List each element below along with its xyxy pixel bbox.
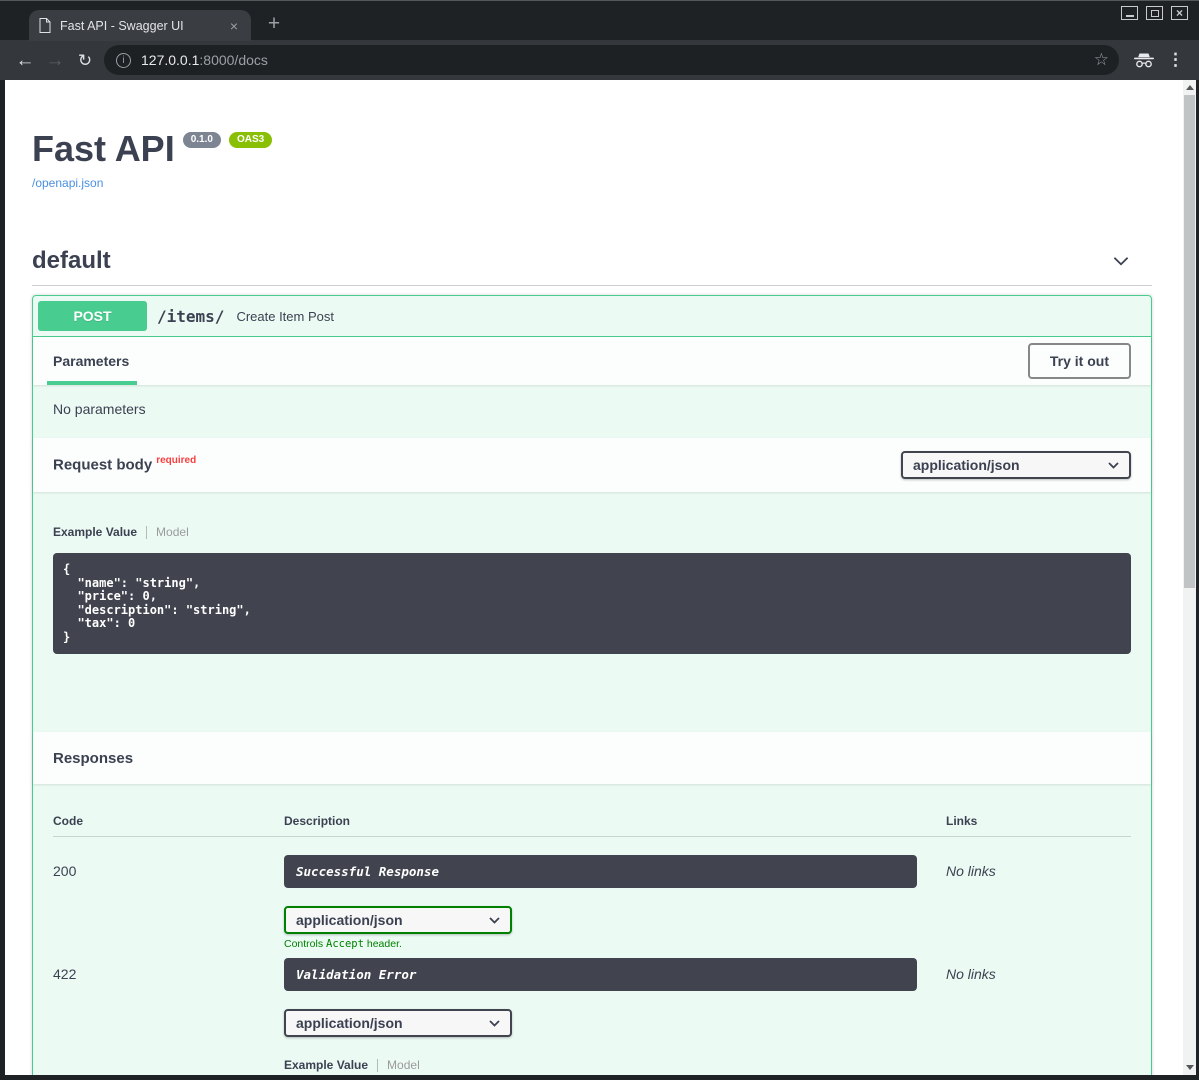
- scroll-up-arrow[interactable]: [1183, 80, 1196, 95]
- response-description-cell: Validation Error application/json Exampl…: [284, 958, 946, 1075]
- forward-button[interactable]: →: [40, 51, 70, 70]
- column-links: Links: [946, 814, 1131, 828]
- minimize-icon: [1126, 15, 1134, 17]
- response-description-cell: Successful Response application/json Con…: [284, 855, 946, 950]
- tab-parameters[interactable]: Parameters: [53, 353, 129, 369]
- swagger-content: Fast API0.1.0OAS3 /openapi.json default …: [5, 131, 1183, 1075]
- document-icon: [39, 18, 51, 33]
- operation-path: /items/: [157, 307, 224, 326]
- required-label: required: [156, 455, 196, 466]
- request-content-type-select[interactable]: application/json: [901, 451, 1131, 479]
- swagger-page: Fast API0.1.0OAS3 /openapi.json default …: [5, 80, 1196, 1075]
- version-badge: 0.1.0: [183, 132, 221, 148]
- responses-title: Responses: [53, 750, 133, 767]
- response-content-type-value: application/json: [296, 1015, 403, 1031]
- close-icon: ×: [1176, 7, 1183, 19]
- parameters-header: Parameters Try it out: [33, 337, 1151, 385]
- request-body-title-group: Request body required: [53, 455, 196, 474]
- response-content-type-select[interactable]: application/json: [284, 906, 512, 934]
- tab-divider: [377, 1059, 378, 1072]
- accept-header-note: Controls Accept header.: [284, 938, 946, 950]
- response-row-422: 422 Validation Error application/json: [53, 950, 1131, 1075]
- triangle-up-icon: [1186, 85, 1194, 90]
- browser-menu-icon[interactable]: ⋮: [1167, 50, 1184, 70]
- new-tab-button[interactable]: +: [263, 12, 285, 36]
- column-description: Description: [284, 814, 946, 828]
- site-info-icon[interactable]: i: [116, 53, 131, 68]
- responses-header: Responses: [33, 732, 1151, 784]
- page-wrap: Fast API0.1.0OAS3 /openapi.json default …: [0, 80, 1199, 1080]
- back-button[interactable]: ←: [10, 51, 40, 70]
- opblock-summary[interactable]: POST /items/ Create Item Post: [33, 296, 1151, 337]
- chevron-down-icon: [489, 917, 500, 924]
- minimize-button[interactable]: [1121, 6, 1138, 20]
- response-links: No links: [946, 855, 1131, 950]
- oas-badge: OAS3: [229, 132, 272, 148]
- response-content-type-select[interactable]: application/json: [284, 1009, 512, 1037]
- api-info: Fast API0.1.0OAS3 /openapi.json: [32, 131, 1152, 192]
- maximize-icon: [1151, 10, 1159, 17]
- try-it-out-button[interactable]: Try it out: [1028, 343, 1131, 379]
- triangle-down-icon: [1186, 1065, 1194, 1070]
- browser-tab[interactable]: Fast API - Swagger UI ×: [29, 10, 251, 41]
- example-model-tabs: Example Value Model: [284, 1058, 946, 1072]
- operation-summary: Create Item Post: [236, 309, 334, 324]
- no-parameters-text: No parameters: [33, 385, 1151, 438]
- url-text: 127.0.0.1:8000/docs: [141, 52, 268, 68]
- example-model-tabs: Example Value Model: [53, 525, 1131, 539]
- page-title: Fast API0.1.0OAS3: [32, 131, 1152, 167]
- maximize-button[interactable]: [1146, 6, 1163, 20]
- scrollbar-thumb[interactable]: [1184, 95, 1195, 588]
- request-body-title: Request body: [53, 457, 152, 474]
- chevron-down-icon[interactable]: [1110, 250, 1132, 272]
- response-links: No links: [946, 958, 1131, 1075]
- chevron-down-icon: [1108, 462, 1119, 469]
- tag-title: default: [32, 249, 111, 273]
- tab-model[interactable]: Model: [387, 1058, 420, 1072]
- opblock-post-items: POST /items/ Create Item Post Parameters…: [32, 295, 1152, 1075]
- reload-button[interactable]: ↻: [70, 52, 100, 69]
- response-row-200: 200 Successful Response application/json…: [53, 837, 1131, 950]
- titlebar: Fast API - Swagger UI × + ×: [0, 0, 1199, 40]
- address-bar[interactable]: i 127.0.0.1:8000/docs ☆: [104, 45, 1119, 75]
- response-content-type-value: application/json: [296, 912, 403, 928]
- tag-section-header[interactable]: default: [32, 249, 1152, 286]
- request-example-code: { "name": "string", "price": 0, "descrip…: [53, 553, 1131, 654]
- incognito-icon: [1133, 53, 1155, 68]
- tab-model[interactable]: Model: [156, 525, 189, 539]
- request-content-type-value: application/json: [913, 457, 1020, 473]
- column-code: Code: [53, 814, 284, 828]
- response-code: 200: [53, 855, 284, 950]
- bookmark-star-icon[interactable]: ☆: [1094, 50, 1109, 70]
- browser-window: Fast API - Swagger UI × + × ← → ↻ i 127.…: [0, 0, 1199, 1080]
- responses-table-header: Code Description Links: [53, 784, 1131, 837]
- response-code: 422: [53, 958, 284, 1075]
- method-badge: POST: [38, 301, 147, 331]
- tab-divider: [146, 526, 147, 539]
- request-example-section: Example Value Model { "name": "string", …: [33, 492, 1151, 732]
- responses-table: Code Description Links 200 Successful Re…: [33, 784, 1151, 1075]
- request-body-header: Request body required application/json: [33, 438, 1151, 492]
- response-description: Validation Error: [284, 958, 917, 991]
- close-button[interactable]: ×: [1171, 6, 1188, 20]
- tab-example-value[interactable]: Example Value: [284, 1058, 368, 1072]
- response-description: Successful Response: [284, 855, 917, 888]
- openapi-spec-link[interactable]: /openapi.json: [32, 176, 103, 190]
- window-controls: ×: [1121, 6, 1188, 20]
- page-scrollbar[interactable]: [1183, 80, 1196, 1075]
- scroll-down-arrow[interactable]: [1183, 1060, 1196, 1075]
- browser-toolbar: ← → ↻ i 127.0.0.1:8000/docs ☆ ⋮: [0, 40, 1199, 80]
- tab-title: Fast API - Swagger UI: [60, 19, 227, 33]
- tab-close-icon[interactable]: ×: [227, 18, 241, 34]
- tab-example-value[interactable]: Example Value: [53, 525, 137, 539]
- chevron-down-icon: [489, 1020, 500, 1027]
